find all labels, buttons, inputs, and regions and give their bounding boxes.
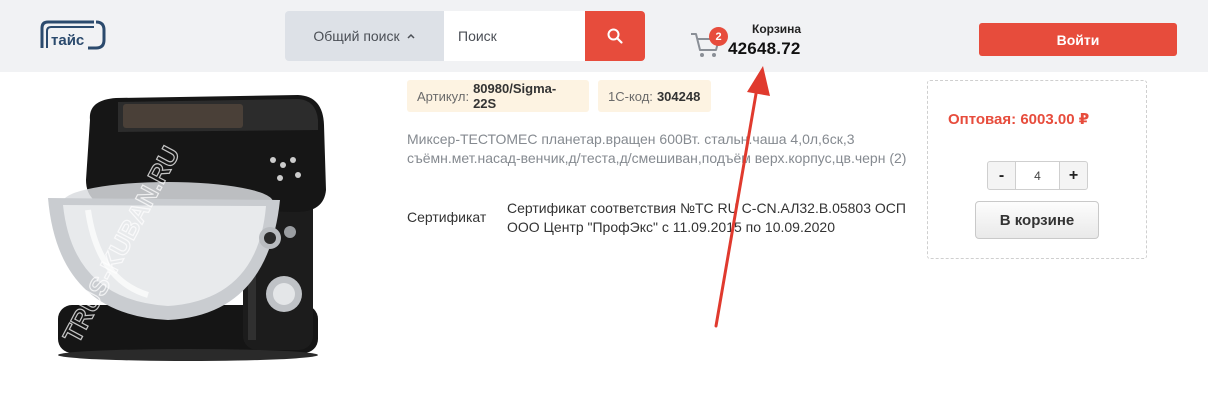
- stand-mixer-image: TRUS-KUBAN.RU: [48, 95, 326, 361]
- site-logo[interactable]: тайс: [36, 18, 110, 52]
- sku-label: Артикул:: [417, 88, 470, 104]
- decrease-quantity-button[interactable]: -: [987, 161, 1016, 190]
- quantity-input[interactable]: [1016, 161, 1059, 190]
- search-icon: [607, 28, 623, 44]
- certificate-label: Сертификат: [407, 209, 487, 225]
- page: тайс Общий поиск Поиск 2 Корзина 42648.7…: [0, 0, 1208, 411]
- site-header: тайс Общий поиск Поиск 2 Корзина 42648.7…: [0, 0, 1208, 72]
- in-cart-button[interactable]: В корзине: [975, 201, 1099, 239]
- search-input[interactable]: [444, 11, 585, 61]
- cart-widget[interactable]: 2 Корзина 42648.72: [690, 18, 830, 64]
- search-scope-label: Общий поиск: [313, 28, 400, 44]
- wholesale-price: Оптовая: 6003.00 ₽: [948, 111, 1090, 128]
- product-description: Миксер-ТЕСТОМЕС планетар.вращен 600Вт. с…: [407, 131, 907, 166]
- search-scope-dropdown[interactable]: Общий поиск: [285, 11, 444, 61]
- svg-text:тайс: тайс: [51, 32, 84, 49]
- code-tag: 1С-код: 304248: [598, 80, 711, 112]
- login-button[interactable]: Войти: [979, 23, 1177, 56]
- quantity-stepper: - +: [987, 161, 1088, 190]
- code-value: 304248: [656, 88, 701, 104]
- cart-count-badge: 2: [709, 27, 728, 46]
- increase-quantity-button[interactable]: +: [1059, 161, 1088, 190]
- cart-total: 42648.72: [728, 39, 801, 58]
- purchase-box: Оптовая: 6003.00 ₽ - + В корзине: [927, 80, 1147, 259]
- chevron-up-icon: [407, 33, 415, 39]
- search-bar: Общий поиск: [285, 11, 645, 61]
- sku-value: 80980/Sigma-22S: [473, 81, 557, 111]
- code-label: 1С-код:: [608, 88, 653, 104]
- product-image[interactable]: TRUS-KUBAN.RU: [28, 80, 338, 380]
- cart-label: Корзина: [752, 22, 802, 36]
- search-button[interactable]: [585, 11, 645, 61]
- sku-tag: Артикул: 80980/Sigma-22S: [407, 80, 589, 112]
- logo-mark-icon: тайс: [40, 20, 106, 50]
- certificate-text: Сертификат соответствия №ТС RU C-CN.АЛ32…: [507, 200, 906, 235]
